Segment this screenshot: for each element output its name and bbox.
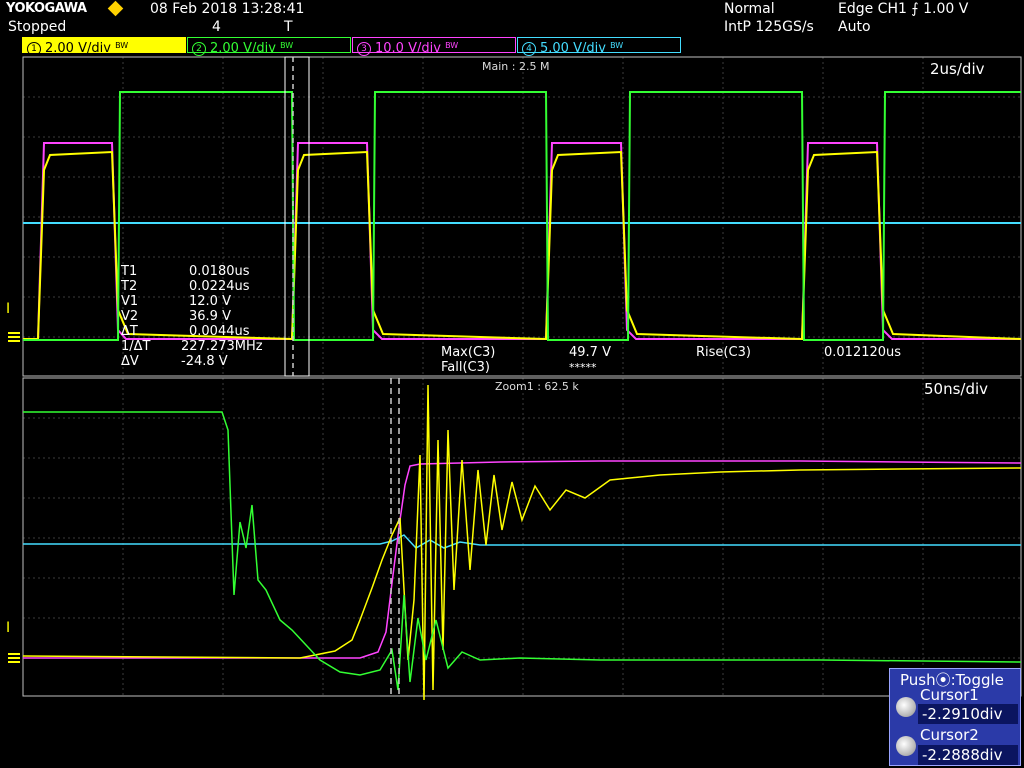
readout-key: V1 — [121, 294, 139, 309]
cursor-v2-row: V2 36.9 V — [121, 309, 263, 324]
cursor2-knob-icon[interactable] — [896, 736, 916, 756]
main-ground-marker-icon — [8, 332, 20, 334]
main-trigger-level-marker: I — [6, 301, 11, 317]
cursor-freq-row: 1/ΔT 227.273MHz — [121, 339, 263, 354]
cursor-control-panel[interactable]: Push⦿:Toggle Cursor1 -2.2910div Cursor2 … — [889, 668, 1021, 766]
readout-key: V2 — [121, 309, 139, 324]
cursor1-knob-icon[interactable] — [896, 697, 916, 717]
readout-key: ΔV — [121, 354, 139, 369]
readout-value: -24.8 V — [181, 354, 228, 369]
cursor-t1-row: T1 0.0180us — [121, 264, 263, 279]
measure-rise-value: 0.012120us — [824, 345, 902, 360]
cursor2-label: Cursor2 — [920, 726, 979, 744]
cursor2-value[interactable]: -2.2888div — [918, 745, 1018, 765]
measure-max-value: 49.7 V — [569, 345, 611, 360]
zoom-trigger-level-marker: I — [6, 620, 11, 636]
cursor1-value[interactable]: -2.2910div — [918, 704, 1018, 724]
measure-fall-value: ***** — [569, 361, 597, 374]
zoom-panel-frame — [22, 377, 1022, 697]
readout-value: 227.273MHz — [181, 339, 263, 354]
readout-key: T2 — [121, 279, 138, 294]
zoom-trace-ch3-magenta — [23, 460, 1022, 659]
measure-max-label: Max(C3) — [441, 345, 496, 360]
zoom-trace-ch2-green — [23, 411, 1022, 691]
readout-value: 36.9 V — [189, 309, 231, 324]
cursor-t2-row: T2 0.0224us — [121, 279, 263, 294]
zoom-ground-marker-icon — [8, 653, 20, 655]
readout-key: ΔT — [121, 324, 138, 339]
zoom-trace-ch4-cyan — [23, 534, 1021, 549]
readout-value: 0.0044us — [189, 324, 250, 339]
readout-value: 0.0224us — [189, 279, 250, 294]
zoom-trace-ch1-yellow — [22, 384, 1022, 701]
zoom-record-length: Zoom1 : 62.5 k — [495, 380, 579, 393]
readout-key: 1/ΔT — [121, 339, 151, 354]
main-timebase: 2us/div — [930, 60, 985, 78]
measure-fall-label: Fall(C3) — [441, 360, 490, 375]
readout-value: 0.0180us — [189, 264, 250, 279]
cursor-dt-row: ΔT 0.0044us — [121, 324, 263, 339]
readout-value: 12.0 V — [189, 294, 231, 309]
cursor1-label: Cursor1 — [920, 686, 979, 704]
zoom-timebase: 50ns/div — [924, 380, 989, 398]
cursor-readout: T1 0.0180us T2 0.0224us V1 12.0 V V2 36.9 V … — [121, 264, 263, 369]
zoom-traces — [22, 384, 1022, 701]
measure-rise-label: Rise(C3) — [696, 345, 751, 360]
main-record-length: Main : 2.5 M — [482, 60, 550, 73]
cursor-v1-row: V1 12.0 V — [121, 294, 263, 309]
readout-key: T1 — [121, 264, 138, 279]
cursor-dv-row: ΔV -24.8 V — [121, 354, 263, 369]
